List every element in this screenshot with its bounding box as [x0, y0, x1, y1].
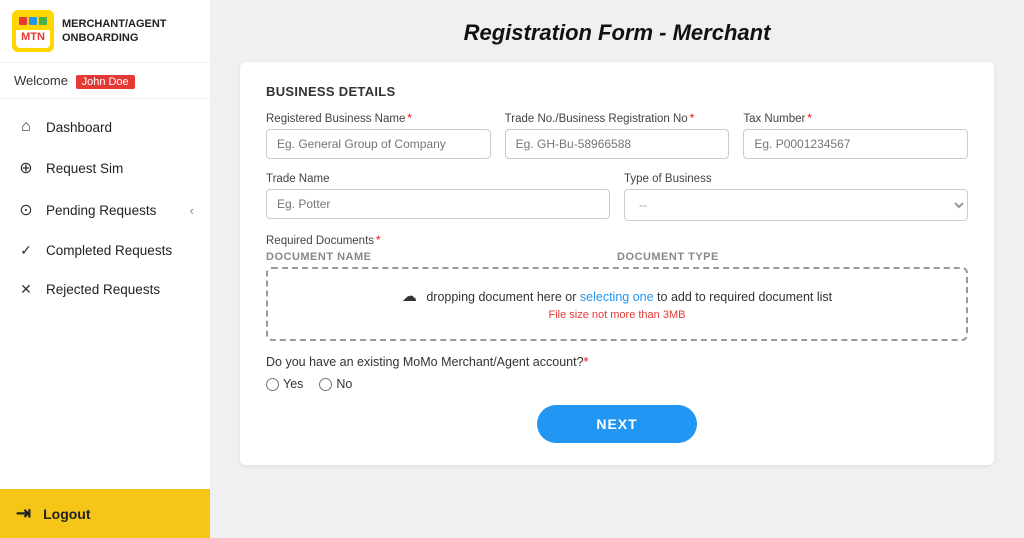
- logout-icon: ⇥: [16, 503, 31, 524]
- tax-number-label: Tax Number*: [743, 113, 968, 125]
- sidebar-item-rejected-requests-label: Rejected Requests: [46, 282, 160, 297]
- logout-button[interactable]: ⇥ Logout: [0, 489, 210, 538]
- sidebar-item-request-sim[interactable]: ⊕ Request Sim: [0, 147, 210, 189]
- form-row-1: Registered Business Name* Trade No./Busi…: [266, 113, 968, 159]
- sidebar: MTN MERCHANT/AGENT ONBOARDING Welcome Jo…: [0, 0, 210, 538]
- section-title: BUSINESS DETAILS: [266, 84, 968, 99]
- sidebar-item-pending-requests-label: Pending Requests: [46, 203, 156, 218]
- welcome-label: Welcome: [14, 73, 68, 88]
- type-of-business-label: Type of Business: [624, 173, 968, 185]
- radio-yes-label[interactable]: Yes: [266, 377, 303, 391]
- home-icon: ⌂: [16, 118, 36, 136]
- form-group-trade-no: Trade No./Business Registration No*: [505, 113, 730, 159]
- svg-text:MTN: MTN: [21, 31, 45, 43]
- trade-name-input[interactable]: [266, 189, 610, 219]
- doc-type-col-header: DOCUMENT TYPE: [617, 251, 968, 263]
- drop-text-before: dropping document here or: [426, 290, 580, 304]
- sidebar-nav: ⌂ Dashboard ⊕ Request Sim ⊙ Pending Requ…: [0, 99, 210, 489]
- trade-no-label: Trade No./Business Registration No*: [505, 113, 730, 125]
- sidebar-item-dashboard-label: Dashboard: [46, 120, 112, 135]
- select-one-link[interactable]: selecting one: [580, 290, 654, 304]
- drop-text-after: to add to required document list: [654, 290, 833, 304]
- sidebar-item-dashboard[interactable]: ⌂ Dashboard: [0, 107, 210, 147]
- radio-group-momo: Yes No: [266, 377, 968, 391]
- sidebar-item-pending-requests[interactable]: ⊙ Pending Requests ‹: [0, 189, 210, 231]
- app-logo: MTN: [12, 10, 54, 52]
- welcome-name: John Doe: [76, 75, 135, 89]
- type-of-business-select[interactable]: --: [624, 189, 968, 221]
- radio-no-label[interactable]: No: [319, 377, 352, 391]
- plus-circle-icon: ⊕: [16, 158, 36, 178]
- business-name-label: Registered Business Name*: [266, 113, 491, 125]
- sidebar-item-rejected-requests[interactable]: ✕ Rejected Requests: [0, 270, 210, 309]
- sidebar-item-request-sim-label: Request Sim: [46, 161, 123, 176]
- form-row-2: Trade Name Type of Business --: [266, 173, 968, 221]
- trade-no-input[interactable]: [505, 129, 730, 159]
- clock-icon: ⊙: [16, 200, 36, 220]
- sidebar-item-completed-requests[interactable]: ✓ Completed Requests: [0, 231, 210, 270]
- momo-question: Do you have an existing MoMo Merchant/Ag…: [266, 355, 968, 369]
- form-group-tax-number: Tax Number*: [743, 113, 968, 159]
- x-icon: ✕: [16, 281, 36, 298]
- check-icon: ✓: [16, 242, 36, 259]
- radio-no-input[interactable]: [319, 378, 332, 391]
- main-content: Registration Form - Merchant BUSINESS DE…: [210, 0, 1024, 538]
- business-name-input[interactable]: [266, 129, 491, 159]
- form-group-type-of-business: Type of Business --: [624, 173, 968, 221]
- file-size-note: File size not more than 3MB: [282, 309, 952, 321]
- required-docs-label: Required Documents*: [266, 235, 968, 247]
- form-group-business-name: Registered Business Name*: [266, 113, 491, 159]
- next-button[interactable]: NEXT: [537, 405, 697, 443]
- sidebar-item-completed-requests-label: Completed Requests: [46, 243, 172, 258]
- sidebar-header: MTN MERCHANT/AGENT ONBOARDING: [0, 0, 210, 63]
- radio-yes-input[interactable]: [266, 378, 279, 391]
- trade-name-label: Trade Name: [266, 173, 610, 185]
- form-card: BUSINESS DETAILS Registered Business Nam…: [240, 62, 994, 465]
- drop-zone[interactable]: ☁ dropping document here or selecting on…: [266, 267, 968, 341]
- required-documents-section: Required Documents* DOCUMENT NAME DOCUME…: [266, 235, 968, 341]
- radio-yes-text: Yes: [283, 377, 303, 391]
- chevron-right-icon: ‹: [190, 203, 194, 218]
- page-title: Registration Form - Merchant: [240, 20, 994, 46]
- form-group-trade-name: Trade Name: [266, 173, 610, 221]
- upload-icon: ☁: [402, 288, 417, 305]
- sidebar-welcome: Welcome John Doe: [0, 63, 210, 99]
- sidebar-app-title: MERCHANT/AGENT ONBOARDING: [62, 17, 167, 46]
- doc-name-col-header: DOCUMENT NAME: [266, 251, 617, 263]
- tax-number-input[interactable]: [743, 129, 968, 159]
- radio-no-text: No: [336, 377, 352, 391]
- docs-header: DOCUMENT NAME DOCUMENT TYPE: [266, 251, 968, 263]
- logout-label: Logout: [43, 506, 90, 522]
